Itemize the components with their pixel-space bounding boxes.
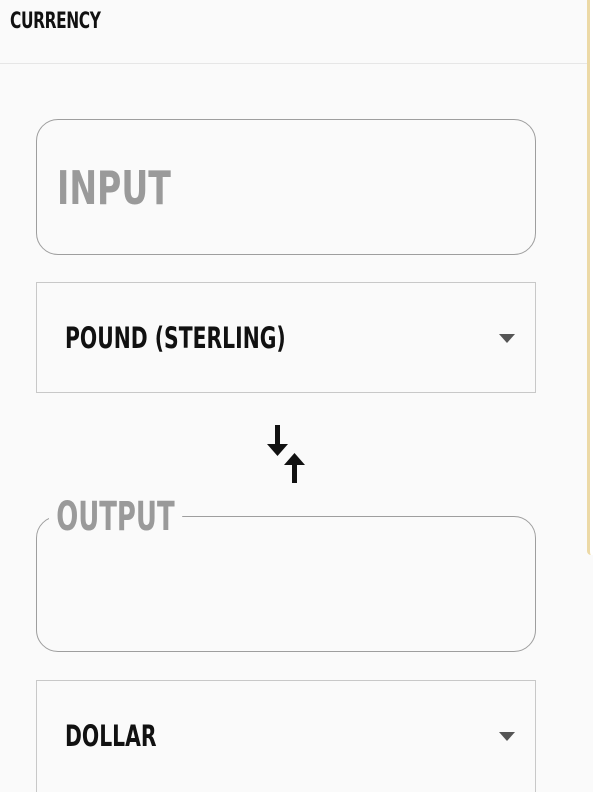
from-currency-value: POUND (STERLING) bbox=[65, 321, 286, 355]
app-header: CURRENCY bbox=[0, 0, 587, 64]
dropdown-arrow-icon bbox=[499, 334, 515, 343]
output-label: OUTPUT bbox=[49, 495, 182, 539]
dropdown-arrow-icon bbox=[499, 732, 515, 741]
to-currency-select[interactable]: DOLLAR bbox=[36, 680, 536, 792]
side-panel-edge bbox=[587, 0, 593, 555]
converted-output-container: OUTPUT bbox=[36, 495, 536, 652]
swap-up-arrow-head bbox=[284, 453, 305, 465]
amount-input[interactable] bbox=[57, 158, 374, 218]
swap-vertical-icon[interactable] bbox=[262, 422, 308, 484]
from-currency-select[interactable]: POUND (STERLING) bbox=[36, 282, 536, 393]
to-currency-value: DOLLAR bbox=[65, 719, 157, 753]
amount-input-container[interactable] bbox=[36, 119, 536, 255]
page-title: CURRENCY bbox=[10, 9, 101, 34]
swap-up-arrow-shaft bbox=[292, 464, 297, 483]
swap-down-arrow-head bbox=[267, 444, 288, 456]
swap-down-arrow-shaft bbox=[275, 425, 280, 447]
